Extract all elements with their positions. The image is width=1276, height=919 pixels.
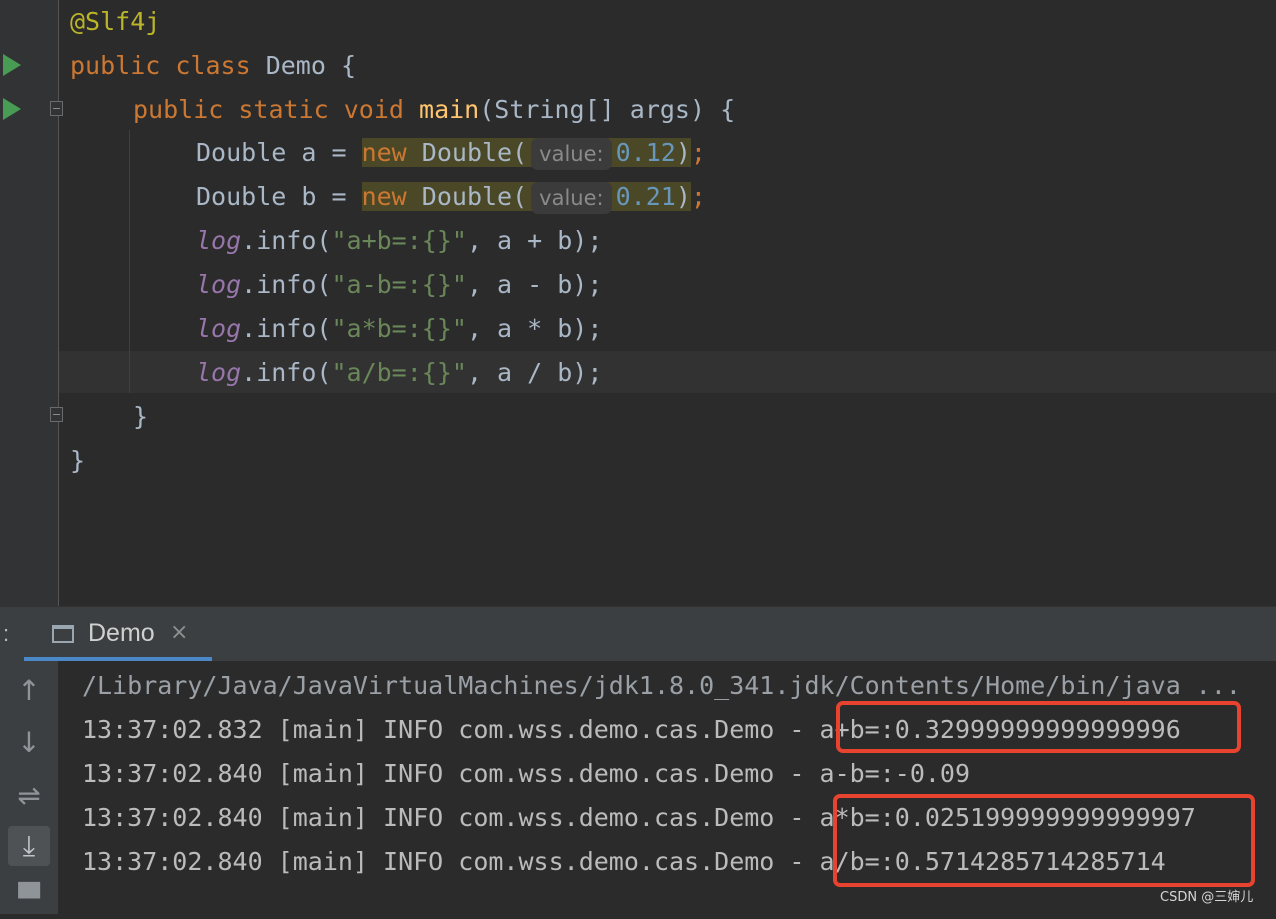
deprecated-highlight: new Double(value: 0.12) [361,138,691,170]
arrow-up-icon[interactable]: ↑ [8,671,50,711]
fold-method-icon[interactable] [50,101,63,116]
indent-guide [129,130,130,393]
args-token: , a * b); [466,314,603,343]
code-line-main: public static void main(String[] args) { [133,88,735,132]
call-token: .info( [241,270,332,299]
call-token: .info( [241,358,332,387]
number-token: 0.12 [615,138,676,167]
code-editor[interactable]: @Slf4j public class Demo { public static… [0,0,1276,606]
code-line-log-add: log.info("a+b=:{}", a + b); [196,219,602,263]
parameter-hint: value: [531,182,612,214]
console-toolbar: ↑ ↓ ⇌ ⤓ ▀ [0,661,58,915]
scroll-to-end-icon[interactable]: ⤓ [8,826,50,866]
code-line-close-class: } [70,446,86,475]
args-token: , a - b); [466,270,603,299]
run-window-label: : [3,621,10,646]
highlight-box-add [836,701,1241,753]
soft-wrap-icon[interactable]: ⇌ [8,776,50,816]
console-output[interactable]: ↑ ↓ ⇌ ⤓ ▀ /Library/Java/JavaVirtualMachi… [0,661,1276,915]
semicolon-token: ; [690,138,706,167]
editor-gutter [0,0,58,606]
class-name-token: Demo [265,51,326,80]
highlight-box-mul-div [833,794,1255,887]
keyword-token: static [238,95,329,124]
run-main-icon[interactable] [3,98,21,120]
call-token: .info( [241,314,332,343]
keyword-token: class [175,51,251,80]
tab-label: Demo [88,619,155,647]
console-window-icon [52,625,74,643]
method-name-token: main [419,95,480,124]
fold-method-end-icon[interactable] [50,407,63,422]
code-line-log-mul: log.info("a*b=:{}", a * b); [196,307,602,351]
keyword-token: public [70,51,161,80]
tab-demo[interactable]: Demo × [24,607,212,661]
console-line: 13:37:02.840 [main] INFO com.wss.demo.ca… [82,759,971,788]
decl-token: Double a = [196,138,362,167]
string-token: "a*b=:{}" [331,314,467,343]
log-field-token: log [196,226,242,255]
brace-token: { [340,51,357,80]
deprecated-highlight: new Double(value: 0.21) [361,182,691,214]
string-token: "a-b=:{}" [331,270,467,299]
keyword-token: new [361,182,407,211]
print-icon[interactable]: ▀ [8,879,50,919]
code-line-log-sub: log.info("a-b=:{}", a - b); [196,263,602,307]
gutter-divider [58,0,59,606]
annotation-token: @Slf4j [70,7,161,36]
ctor-token: Double( [406,182,528,211]
keyword-token: new [361,138,407,167]
code-line-close-method: } [133,402,149,431]
ctor-token: Double( [406,138,528,167]
keyword-token: void [343,95,404,124]
run-tool-window-header: : Demo × [0,606,1276,661]
params-token: (String[] args) { [479,95,736,124]
call-token: .info( [241,226,332,255]
log-field-token: log [196,314,242,343]
string-token: "a+b=:{}" [331,226,467,255]
run-class-icon[interactable] [3,54,21,76]
parameter-hint: value: [531,138,612,170]
code-line-var-a: Double a = new Double(value: 0.12); [196,131,706,175]
decl-token: Double b = [196,182,362,211]
number-token: 0.21 [615,182,676,211]
string-token: "a/b=:{}" [331,358,467,387]
watermark: CSDN @三婶儿 [1160,890,1254,905]
code-line-class: public class Demo { [70,44,356,88]
args-token: , a / b); [466,358,603,387]
log-field-token: log [196,358,242,387]
keyword-token: public [133,95,224,124]
args-token: , a + b); [466,226,603,255]
code-line-annotation: @Slf4j [70,0,160,44]
code-line-var-b: Double b = new Double(value: 0.21); [196,175,706,219]
arrow-down-icon[interactable]: ↓ [8,723,50,763]
log-field-token: log [196,270,242,299]
close-icon[interactable]: × [170,620,188,645]
code-line-log-div: log.info("a/b=:{}", a / b); [196,351,602,395]
semicolon-token: ; [690,182,706,211]
